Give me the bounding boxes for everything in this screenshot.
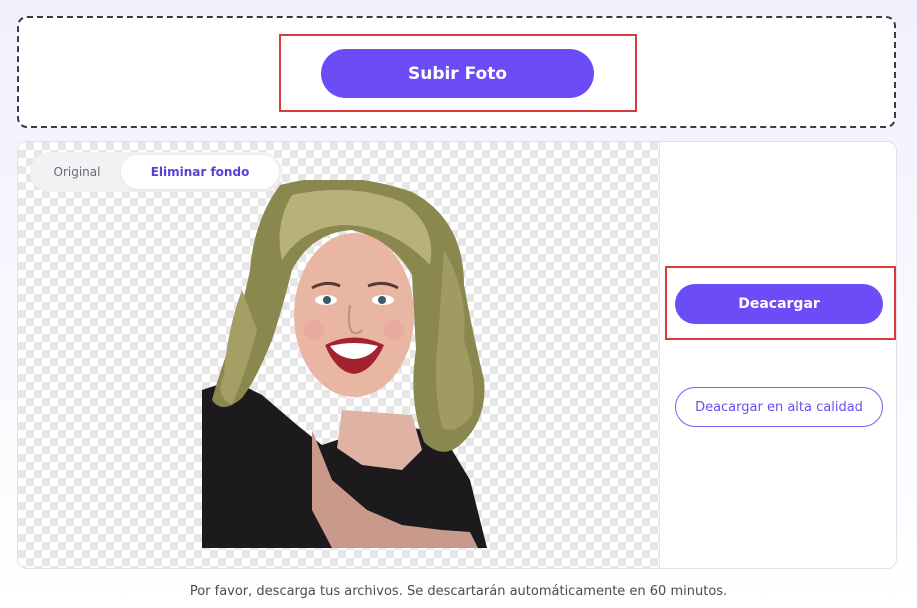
download-hq-button[interactable]: Deacargar en alta calidad: [675, 387, 883, 427]
download-button[interactable]: Deacargar: [675, 284, 883, 324]
preview-canvas: Original Eliminar fondo: [18, 142, 660, 568]
portrait-image: [202, 180, 487, 548]
expiry-notice: Por favor, descarga tus archivos. Se des…: [189, 584, 728, 599]
upload-photo-button[interactable]: Subir Foto: [321, 49, 594, 98]
action-panel: Deacargar Deacargar en alta calidad: [660, 142, 896, 568]
result-workspace: Original Eliminar fondo Deacargar Deacar…: [17, 141, 897, 569]
upload-dropzone[interactable]: Subir Foto: [17, 16, 896, 128]
toggle-original[interactable]: Original: [33, 155, 121, 189]
